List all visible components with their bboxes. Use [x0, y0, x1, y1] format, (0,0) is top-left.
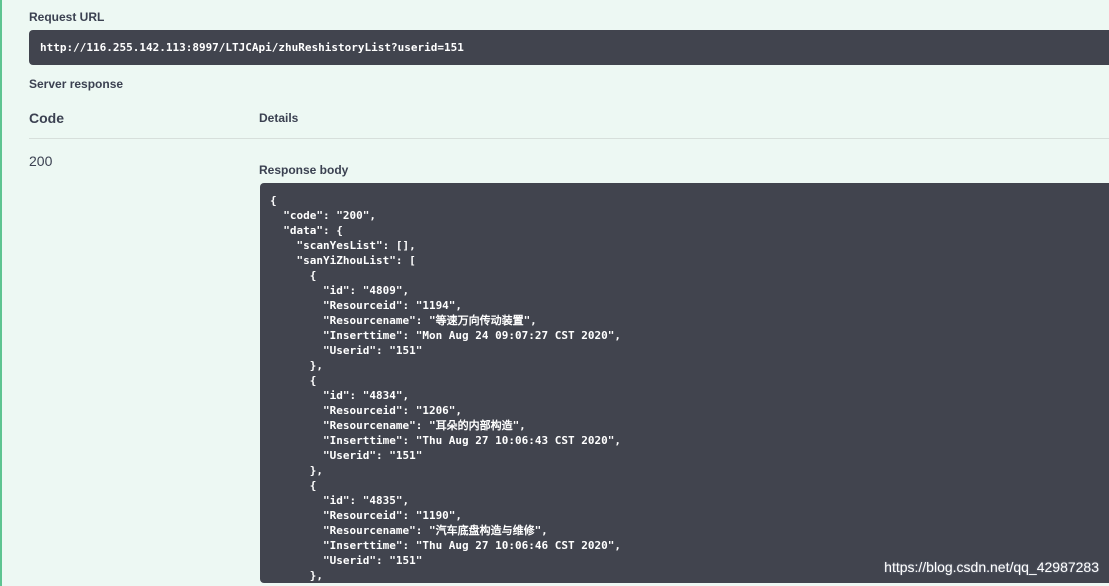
response-status-code: 200	[29, 153, 53, 169]
response-body-line: "Resourceid": "1190",	[270, 509, 463, 522]
response-body-box[interactable]: { "code": "200", "data": { "scanYesList"…	[260, 183, 1109, 583]
response-body-line: "Resourcename": "等速万向传动装置",	[270, 314, 537, 327]
response-body-code[interactable]: { "code": "200", "data": { "scanYesList"…	[270, 193, 1109, 583]
header-divider	[29, 138, 1109, 139]
response-body-line: {	[270, 194, 277, 207]
response-body-line: "code": "200",	[270, 209, 376, 222]
response-body-line: "id": "4809",	[270, 284, 410, 297]
response-body-line: "Resourcename": "汽车底盘构造与维修",	[270, 524, 548, 537]
response-body-line: {	[270, 269, 317, 282]
response-body-label: Response body	[259, 163, 349, 177]
response-body-line: "sanYiZhouList": [	[270, 254, 416, 267]
response-body-line: {	[270, 479, 317, 492]
response-panel: Request URL http://116.255.142.113:8997/…	[0, 0, 1109, 586]
response-body-line: "id": "4834",	[270, 389, 410, 402]
response-body-line: "Userid": "151"	[270, 554, 423, 567]
response-body-line: "Resourceid": "1206",	[270, 404, 463, 417]
response-body-line: "id": "4835",	[270, 494, 410, 507]
response-body-line: "scanYesList": [],	[270, 239, 416, 252]
response-body-line: },	[270, 359, 323, 372]
watermark-text: https://blog.csdn.net/qq_42987283	[884, 559, 1099, 575]
response-body-line: "Resourcename": "耳朵的内部构造",	[270, 419, 526, 432]
request-url-text[interactable]: http://116.255.142.113:8997/LTJCApi/zhuR…	[40, 41, 464, 54]
response-body-line: {	[270, 374, 317, 387]
response-body-line: "Resourceid": "1194",	[270, 299, 463, 312]
request-url-box[interactable]: http://116.255.142.113:8997/LTJCApi/zhuR…	[29, 30, 1109, 65]
response-body-line: "Userid": "151"	[270, 449, 423, 462]
response-body-line: "Inserttime": "Thu Aug 27 10:06:46 CST 2…	[270, 539, 621, 552]
response-body-line: "Userid": "151"	[270, 344, 423, 357]
details-column-header: Details	[259, 111, 299, 125]
response-body-line: },	[270, 569, 323, 582]
response-body-line: "Inserttime": "Mon Aug 24 09:07:27 CST 2…	[270, 329, 621, 342]
code-column-header: Code	[29, 110, 64, 126]
response-body-line: },	[270, 464, 323, 477]
request-url-label: Request URL	[29, 10, 105, 24]
response-body-line: "Inserttime": "Thu Aug 27 10:06:43 CST 2…	[270, 434, 621, 447]
response-body-line: "data": {	[270, 224, 343, 237]
server-response-label: Server response	[29, 77, 124, 91]
